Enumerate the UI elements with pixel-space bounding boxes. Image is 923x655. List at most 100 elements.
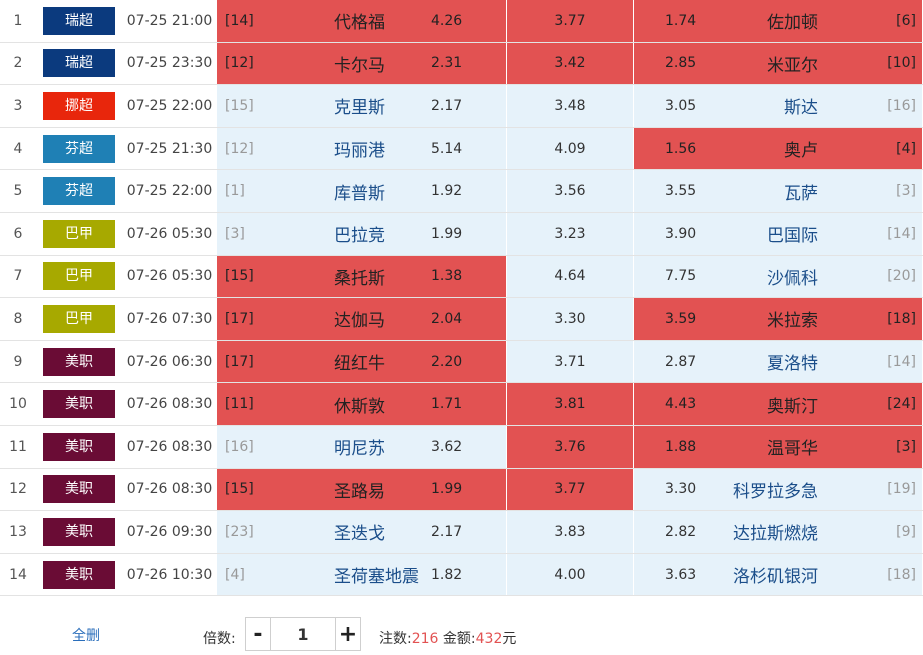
away-rank: [18] <box>887 310 916 327</box>
draw-option[interactable]: 3.83 <box>507 511 634 553</box>
match-index: 9 <box>13 353 23 370</box>
draw-option[interactable]: 3.76 <box>507 425 634 468</box>
home-win-option[interactable]: [16] 明尼苏 3.62 <box>217 425 507 468</box>
home-odds: 2.31 <box>431 55 463 72</box>
league-badge: 美职 <box>43 517 115 546</box>
league-badge: 美职 <box>43 432 115 461</box>
away-win-option[interactable]: 3.30 科罗拉多急 [19] <box>634 468 923 511</box>
minus-button[interactable]: - <box>246 618 270 650</box>
away-team: 佐加顿 <box>767 13 818 34</box>
draw-option[interactable]: 3.56 <box>507 170 634 212</box>
away-win-option[interactable]: 2.87 夏洛特 [14] <box>634 340 923 383</box>
away-win-option[interactable]: 3.63 洛杉矶银河 [18] <box>634 553 923 596</box>
home-win-option[interactable]: [12] 玛丽港 5.14 <box>217 127 507 170</box>
home-win-option[interactable]: [12] 卡尔马 2.31 <box>217 42 507 85</box>
league-cell: 美职 <box>36 426 122 468</box>
league-cell: 瑞超 <box>36 43 122 85</box>
draw-option[interactable]: 3.71 <box>507 340 634 383</box>
draw-option[interactable]: 3.30 <box>507 298 634 340</box>
draw-option[interactable]: 3.48 <box>507 85 634 127</box>
match-index: 3 <box>13 97 23 114</box>
home-rank: [17] <box>225 310 254 327</box>
away-win-option[interactable]: 1.56 奥卢 [4] <box>634 127 923 170</box>
away-win-option[interactable]: 1.74 佐加顿 [6] <box>634 0 923 42</box>
draw-option[interactable]: 3.81 <box>507 383 634 425</box>
home-win-option[interactable]: [3] 巴拉竞 1.99 <box>217 212 507 255</box>
home-rank: [17] <box>225 353 254 370</box>
draw-option[interactable]: 4.64 <box>507 255 634 298</box>
home-win-option[interactable]: [23] 圣迭戈 2.17 <box>217 511 507 553</box>
away-odds: 3.63 <box>665 566 697 583</box>
match-index: 8 <box>13 310 23 327</box>
home-win-option[interactable]: [15] 桑托斯 1.38 <box>217 255 507 298</box>
match-row: 3 挪超 07-25 22:00 [15] 克里斯 2.17 3.48 3.05 斯达 [16] <box>0 85 923 128</box>
multiplier-stepper: - 1 + <box>245 617 361 651</box>
home-rank: [23] <box>225 523 254 540</box>
away-odds: 1.56 <box>665 140 697 157</box>
away-rank: [18] <box>887 566 916 583</box>
match-index: 10 <box>9 396 27 413</box>
home-odds: 2.04 <box>431 310 463 327</box>
bets-label: 注数: <box>379 631 412 647</box>
draw-odds: 3.30 <box>554 310 586 327</box>
home-win-option[interactable]: [17] 达伽马 2.04 <box>217 298 507 340</box>
away-rank: [4] <box>896 140 916 157</box>
home-team: 纽红牛 <box>334 354 385 375</box>
draw-option[interactable]: 4.09 <box>507 127 634 170</box>
away-win-option[interactable]: 3.55 瓦萨 [3] <box>634 170 923 212</box>
away-win-option[interactable]: 3.59 米拉索 [18] <box>634 298 923 340</box>
match-row: 13 美职 07-26 09:30 [23] 圣迭戈 2.17 3.83 2.82 达拉斯燃烧 [… <box>0 511 923 554</box>
home-rank: [3] <box>225 225 245 242</box>
league-cell: 巴甲 <box>36 298 122 340</box>
home-win-option[interactable]: [15] 圣路易 1.99 <box>217 468 507 511</box>
match-time: 07-25 22:00 <box>126 183 213 200</box>
draw-option[interactable]: 3.77 <box>507 468 634 511</box>
league-badge: 美职 <box>43 560 115 589</box>
multiplier-label: 倍数: <box>203 631 236 647</box>
away-team: 温哥华 <box>767 439 818 460</box>
draw-option[interactable]: 3.77 <box>507 0 634 42</box>
draw-option[interactable]: 3.42 <box>507 42 634 85</box>
away-odds: 2.87 <box>665 353 697 370</box>
home-rank: [11] <box>225 396 254 413</box>
away-rank: [14] <box>887 225 916 242</box>
home-win-option[interactable]: [14] 代格福 4.26 <box>217 0 507 42</box>
away-odds: 1.74 <box>665 12 697 29</box>
draw-option[interactable]: 4.00 <box>507 553 634 596</box>
match-time: 07-26 08:30 <box>126 396 213 413</box>
away-win-option[interactable]: 7.75 沙佩科 [20] <box>634 255 923 298</box>
draw-odds: 3.42 <box>554 55 586 72</box>
home-win-option[interactable]: [4] 圣荷塞地震 1.82 <box>217 553 507 596</box>
multiplier-input[interactable]: 1 <box>270 618 336 650</box>
away-win-option[interactable]: 3.90 巴国际 [14] <box>634 212 923 255</box>
home-odds: 2.17 <box>431 97 463 114</box>
bets-count: 216 <box>411 631 439 647</box>
away-rank: [6] <box>896 12 916 29</box>
away-win-option[interactable]: 2.85 米亚尔 [10] <box>634 42 923 85</box>
away-win-option[interactable]: 3.05 斯达 [16] <box>634 85 923 127</box>
match-index: 1 <box>13 12 23 29</box>
clear-all-button[interactable]: 全删 <box>72 625 100 645</box>
home-rank: [4] <box>225 566 245 583</box>
match-time: 07-25 21:30 <box>126 140 213 157</box>
plus-button[interactable]: + <box>336 618 360 650</box>
home-odds: 1.38 <box>431 268 463 285</box>
away-rank: [16] <box>887 97 916 114</box>
away-win-option[interactable]: 1.88 温哥华 [3] <box>634 425 923 468</box>
home-rank: [12] <box>225 140 254 157</box>
away-team: 米亚尔 <box>767 55 818 76</box>
home-win-option[interactable]: [1] 库普斯 1.92 <box>217 170 507 212</box>
away-win-option[interactable]: 4.43 奥斯汀 [24] <box>634 383 923 425</box>
away-team: 奥斯汀 <box>767 396 818 417</box>
home-rank: [14] <box>225 12 254 29</box>
away-rank: [10] <box>887 55 916 72</box>
home-win-option[interactable]: [17] 纽红牛 2.20 <box>217 340 507 383</box>
home-win-option[interactable]: [11] 休斯敦 1.71 <box>217 383 507 425</box>
match-row: 2 瑞超 07-25 23:30 [12] 卡尔马 2.31 3.42 2.85 米亚尔 [10] <box>0 42 923 86</box>
draw-option[interactable]: 3.23 <box>507 212 634 255</box>
home-win-option[interactable]: [15] 克里斯 2.17 <box>217 85 507 127</box>
match-row: 9 美职 07-26 06:30 [17] 纽红牛 2.20 3.71 2.87 夏洛特 [14] <box>0 340 923 384</box>
away-win-option[interactable]: 2.82 达拉斯燃烧 [9] <box>634 511 923 553</box>
away-rank: [9] <box>896 523 916 540</box>
away-team: 米拉索 <box>767 311 818 332</box>
